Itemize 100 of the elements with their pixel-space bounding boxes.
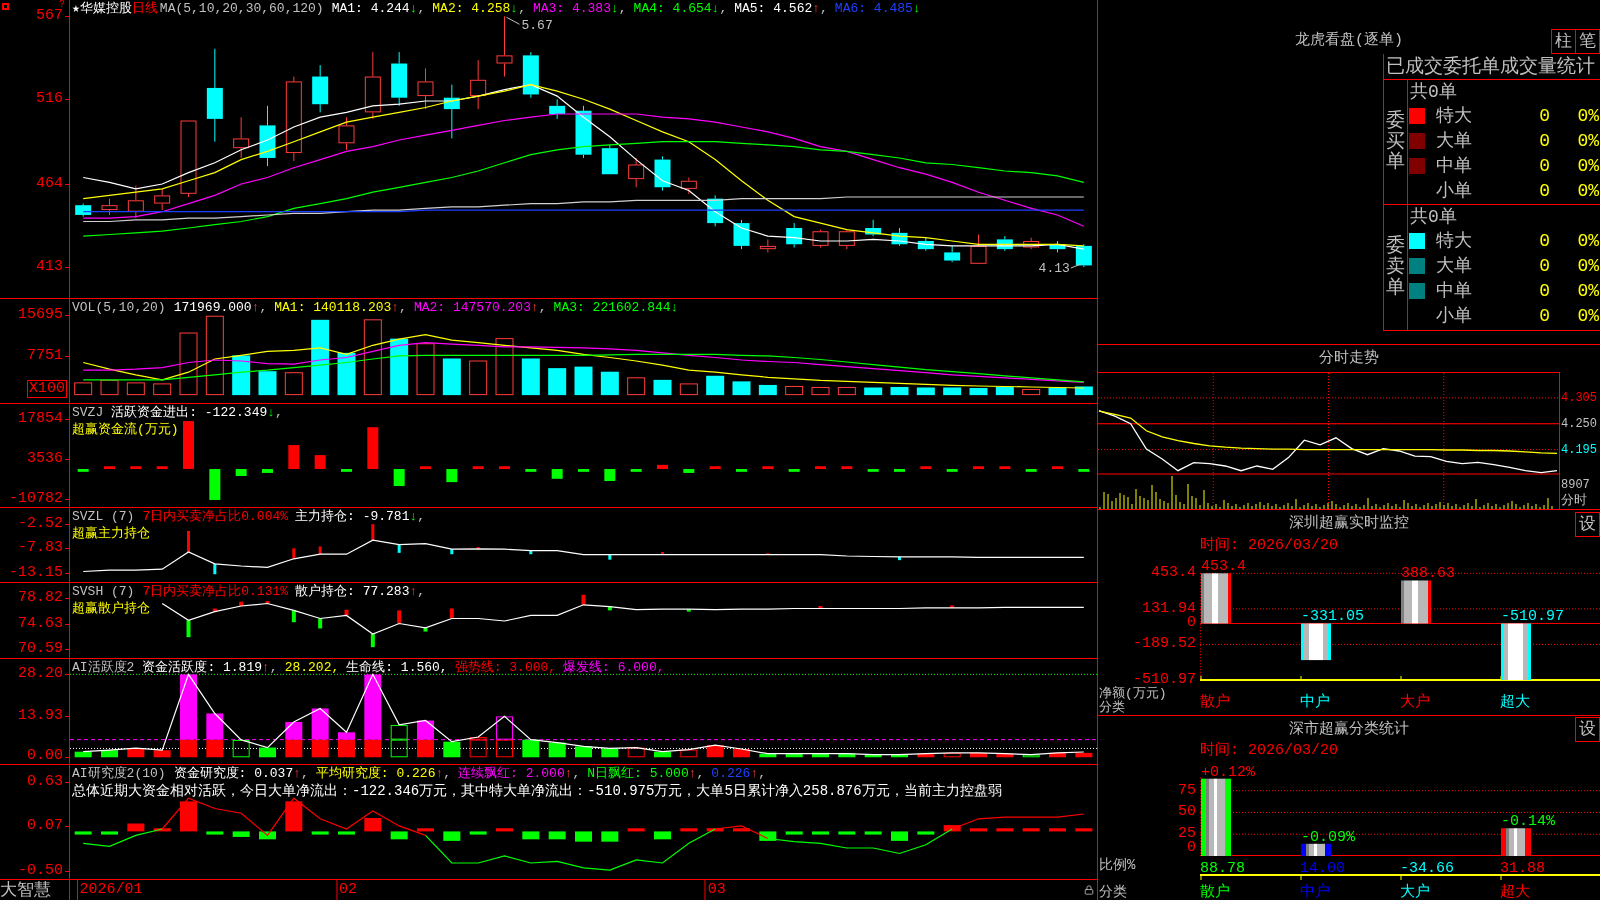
trend-arrow: ↑, <box>812 0 828 17</box>
category-label: 散户 <box>1200 694 1230 711</box>
axis-label: 17854 <box>18 411 63 428</box>
indicator-value: 28.202, <box>284 659 340 676</box>
order-share: 0% <box>1577 280 1599 301</box>
trend-arrow: ↑, <box>409 583 426 600</box>
order-share: 0% <box>1577 230 1599 251</box>
candlestick <box>680 177 697 195</box>
candlestick <box>601 144 618 175</box>
table-title: 已成交委托单成交量统计 <box>1386 55 1595 78</box>
settings-button[interactable]: 设 <box>1575 512 1600 537</box>
indicator-value: MA6: 4.485 <box>834 0 913 17</box>
order-share: 0% <box>1577 255 1599 276</box>
candlestick <box>391 51 408 107</box>
value-label: 14.00 <box>1300 860 1345 877</box>
category-label: 超大 <box>1500 884 1530 900</box>
axis-title: 比例% <box>1099 857 1136 873</box>
axis-label: 567 <box>36 8 63 25</box>
trend-arrow: ↓, <box>409 0 426 17</box>
indicator-value: MA2: 147570.203 <box>413 299 531 316</box>
candlestick <box>496 15 513 78</box>
axis-label: 413 <box>36 259 63 276</box>
indicator-value: 活跃资金进出: -122.349 <box>111 404 268 421</box>
timestamp: 时间: 2026/03/20 <box>1200 741 1339 759</box>
price-label: 5.67 <box>521 18 553 34</box>
indicator-value: 爆发线: 6.000, <box>563 659 665 676</box>
indicator-subtitle: 超赢主力持仓 <box>72 525 150 542</box>
order-size-label: 大单 <box>1436 130 1472 151</box>
axis-label: 464 <box>36 176 63 192</box>
candlestick <box>101 198 118 216</box>
order-share: 0% <box>1577 180 1599 201</box>
axis-label: -189.52 <box>1133 636 1196 653</box>
trend-arrow: ↑, <box>251 299 268 316</box>
trend-arrow: ↓, <box>610 0 627 17</box>
axis-label: 453.4 <box>1151 565 1196 582</box>
period-label: 日线 <box>131 0 158 17</box>
trend-arrow: ↑, <box>293 765 309 782</box>
axis-label: -10782 <box>9 491 63 507</box>
axis-title: 净额(万元) <box>1099 687 1167 701</box>
indicator-name: AI活跃度2 <box>72 659 135 676</box>
candlestick <box>1075 243 1092 268</box>
candlestick <box>891 227 908 247</box>
axis-label: 0.63 <box>27 773 63 790</box>
axis-title: 分类 <box>1099 884 1127 900</box>
panel-title: 深圳超赢实时监控 <box>1289 515 1409 532</box>
order-share: 0% <box>1577 305 1599 326</box>
candlestick <box>522 51 539 99</box>
axis-label: -13.15 <box>9 564 63 581</box>
trend-arrow: ↑, <box>391 299 407 316</box>
candlestick <box>786 222 803 248</box>
order-size-label: 小单 <box>1436 180 1472 201</box>
trend-arrow: ↑, <box>435 765 452 782</box>
trend-arrow: ↑, <box>262 659 278 676</box>
axis-label: 50 <box>1178 804 1196 821</box>
axis-label: 0 <box>1187 840 1196 856</box>
candlestick <box>470 59 487 110</box>
order-total: 共0单 <box>1410 206 1457 227</box>
panel-title: 深市超赢分类统计 <box>1289 720 1409 738</box>
candlestick <box>233 116 250 159</box>
indicator-value: 资金活跃度: 1.819 <box>142 659 262 676</box>
candlestick <box>1023 237 1040 250</box>
trend-arrow: ↓ <box>670 299 679 316</box>
indicator-name: SVZJ <box>72 404 104 421</box>
lock-icon <box>1084 885 1094 895</box>
candlestick <box>417 67 434 110</box>
group-label: 委买单 <box>1386 110 1405 174</box>
view-toggle-button[interactable]: 笔 <box>1575 29 1600 54</box>
order-count: 0 <box>1539 130 1550 151</box>
value-label: 453.4 <box>1201 558 1246 576</box>
panel-title: 龙虎看盘(逐单) <box>1295 32 1403 49</box>
order-size-label: 小单 <box>1436 305 1472 326</box>
value-label: -510.97 <box>1501 608 1564 626</box>
candlestick <box>154 188 171 211</box>
volume-unit-label: 分时 <box>1560 493 1588 509</box>
candlestick <box>865 219 882 237</box>
indicator-value: 资金研究度: 0.037 <box>173 765 294 782</box>
order-count: 0 <box>1539 305 1550 326</box>
settings-button[interactable]: 设 <box>1575 717 1600 742</box>
indicator-subtitle: 超赢资金流(万元) <box>72 421 179 438</box>
stock-name: 华媒控股 <box>79 0 132 17</box>
candlestick <box>127 185 144 219</box>
value-label: 31.88 <box>1500 860 1545 877</box>
view-toggle-button[interactable]: 柱 <box>1551 29 1576 54</box>
axis-label: 516 <box>36 91 63 108</box>
order-count: 0 <box>1539 180 1550 201</box>
indicator-value: N日飘红: 5.000 <box>587 765 689 782</box>
axis-label: 70.59 <box>18 641 63 658</box>
candlestick <box>338 116 355 151</box>
category-label: 中户 <box>1300 694 1330 711</box>
indicator-subtitle: 超赢散户持仓 <box>72 600 150 617</box>
change-label: -0.09% <box>1301 828 1355 846</box>
volume-scale-label: 8907 <box>1560 477 1591 493</box>
axis-label: 78.82 <box>18 589 63 606</box>
square-icon <box>2 3 9 10</box>
category-label: 中户 <box>1300 884 1330 900</box>
indicator-value: 平均研究度: 0.226 <box>315 765 436 782</box>
order-share: 0% <box>1577 130 1599 151</box>
order-size-label: 大单 <box>1436 255 1472 276</box>
axis-label: 131.94 <box>1142 600 1196 617</box>
axis-label: 0 <box>1187 615 1196 632</box>
